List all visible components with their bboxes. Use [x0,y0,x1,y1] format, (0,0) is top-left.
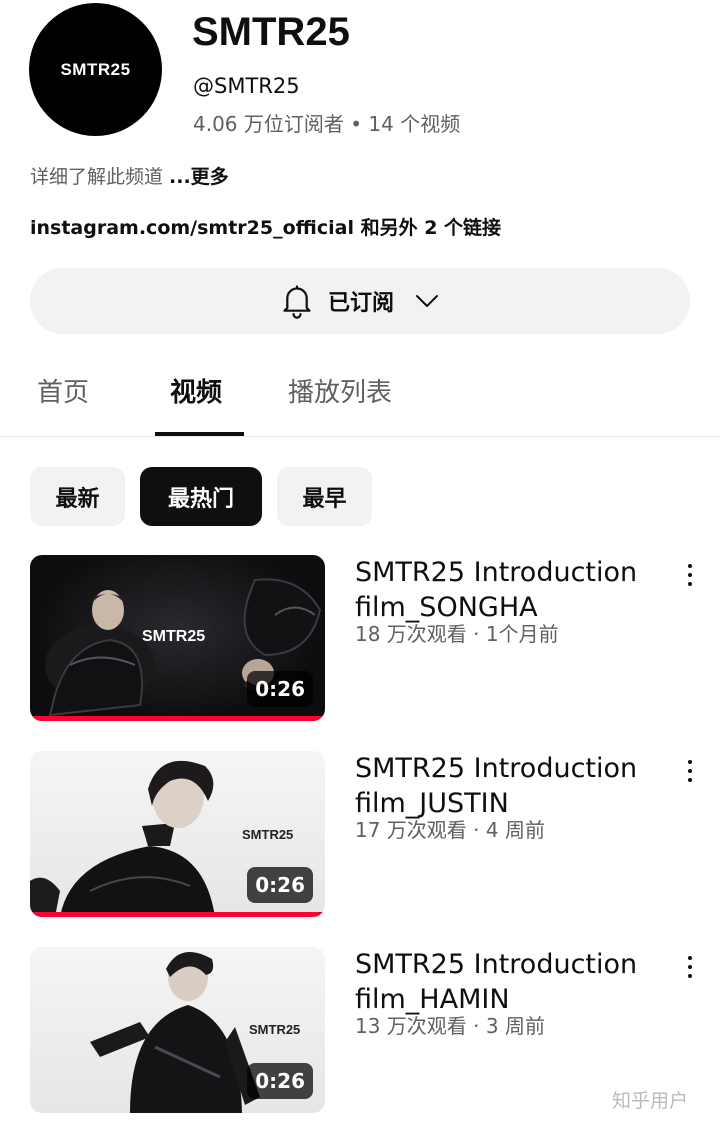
channel-tabs: 首页 视频 播放列表 [0,360,720,437]
chevron-down-icon [416,295,438,307]
sort-chip-oldest[interactable]: 最早 [277,467,372,526]
thumbnail-logo: SMTR25 [242,827,294,842]
more-options-icon[interactable] [680,560,700,590]
bell-icon [283,285,311,319]
tab-playlists[interactable]: 播放列表 [288,375,392,411]
video-item[interactable]: SMTR25 0:26 SMTR25 Introduction film_SON… [0,555,720,725]
tab-videos[interactable]: 视频 [170,375,222,411]
video-meta: 18 万次观看 · 1个月前 [355,622,559,646]
channel-name: SMTR25 [192,10,350,54]
channel-avatar[interactable]: SMTR25 [29,3,162,136]
video-meta: 17 万次观看 · 4 周前 [355,818,545,842]
channel-links[interactable]: instagram.com/smtr25_official 和另外 2 个链接 [30,214,501,242]
tab-home[interactable]: 首页 [37,375,89,411]
sort-chip-popular[interactable]: 最热门 [140,467,262,526]
watermark: 知乎用户 [612,1090,689,1112]
video-title[interactable]: SMTR25 Introduction film_HAMIN [355,947,655,1017]
video-thumbnail[interactable]: SMTR25 0:26 [30,555,325,721]
active-tab-indicator [155,432,244,436]
video-duration: 0:26 [247,1063,313,1099]
watch-progress-bar [30,716,325,721]
video-thumbnail[interactable]: SMTR25 0:26 [30,751,325,917]
thumbnail-logo: SMTR25 [142,628,206,645]
watch-progress-bar [30,912,325,917]
video-item[interactable]: SMTR25 0:26 SMTR25 Introduction film_JUS… [0,751,720,921]
channel-handle: @SMTR25 [193,74,300,98]
more-options-icon[interactable] [680,756,700,786]
channel-about[interactable]: 详细了解此频道 ...更多 [30,163,229,191]
about-text: 详细了解此频道 [30,166,164,188]
video-title[interactable]: SMTR25 Introduction film_SONGHA [355,555,655,625]
more-options-icon[interactable] [680,952,700,982]
channel-header: SMTR25 SMTR25 @SMTR25 4.06 万位订阅者 • 14 个视… [0,0,720,150]
channel-stats: 4.06 万位订阅者 • 14 个视频 [193,112,461,136]
thumbnail-logo: SMTR25 [249,1022,301,1037]
subscribed-button[interactable]: 已订阅 [30,268,690,334]
avatar-logo-text: SMTR25 [60,59,131,79]
about-more-link[interactable]: ...更多 [169,166,229,188]
subscribed-label: 已订阅 [327,291,394,316]
video-title[interactable]: SMTR25 Introduction film_JUSTIN [355,751,655,821]
video-meta: 13 万次观看 · 3 周前 [355,1014,545,1038]
video-duration: 0:26 [247,867,313,903]
video-duration: 0:26 [247,671,313,707]
video-thumbnail[interactable]: SMTR25 0:26 [30,947,325,1113]
sort-chip-latest[interactable]: 最新 [30,467,125,526]
